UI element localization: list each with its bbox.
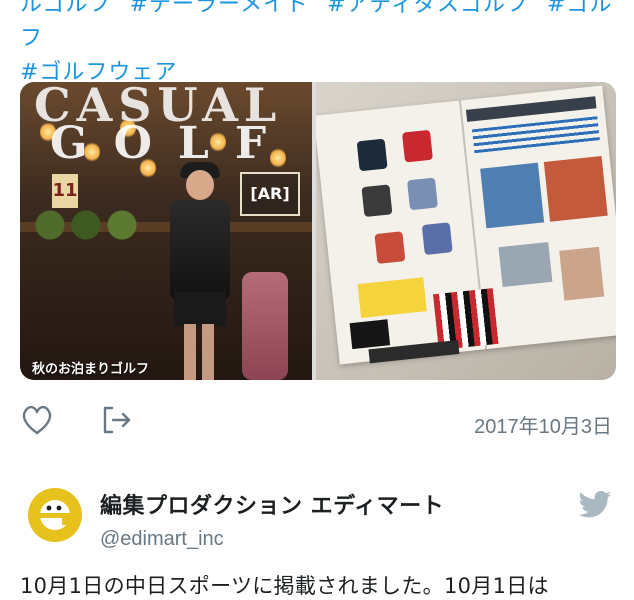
- tweet-date[interactable]: 2017年10月3日: [474, 410, 612, 439]
- hashtag-link[interactable]: #テーラーメイド: [130, 0, 310, 17]
- share-button[interactable]: [100, 404, 134, 436]
- author-handle[interactable]: @edimart_inc: [100, 528, 224, 551]
- spread-photo: [543, 155, 608, 222]
- product-swatch: [374, 231, 406, 264]
- like-button[interactable]: [20, 404, 54, 436]
- magazine-spread-photo[interactable]: [316, 82, 616, 380]
- tweet-media[interactable]: CASUAL GOLF 11 [AR] 秋のお泊まりゴルフ: [20, 82, 616, 380]
- hashtag-link[interactable]: ルゴルフ: [20, 0, 112, 17]
- tweet-text: 10月1日の中日スポーツに掲載されました。10月1日は: [20, 574, 549, 598]
- plants: [32, 210, 152, 240]
- cover-caption: 秋のお泊まりゴルフ: [32, 362, 150, 377]
- twitter-bird-icon-svg: [578, 491, 611, 518]
- ar-badge: [AR]: [240, 172, 300, 216]
- spread-photo: [559, 246, 605, 301]
- spread-headline: [472, 116, 600, 154]
- hashtag-line-1: ルゴルフ #テーラーメイド #アディダスゴルフ #ゴルフ: [20, 0, 620, 56]
- author-name[interactable]: 編集プロダクション エディマート: [100, 488, 444, 520]
- jacket: [170, 200, 230, 300]
- hashtag-block: ルゴルフ #テーラーメイド #アディダスゴルフ #ゴルフ #ゴルフウェア: [20, 0, 620, 90]
- issue-number: 11: [52, 174, 78, 208]
- product-swatch: [361, 184, 393, 218]
- hashtag-link[interactable]: #アディダスゴルフ: [327, 0, 529, 17]
- spread-black-card: [349, 319, 391, 350]
- golf-bag: [242, 272, 288, 380]
- magazine-spread: [316, 85, 616, 365]
- product-swatch: [356, 138, 388, 172]
- skirt: [174, 292, 226, 326]
- share-icon: [103, 406, 131, 434]
- head: [186, 170, 214, 200]
- magazine-cover-photo[interactable]: CASUAL GOLF 11 [AR] 秋のお泊まりゴルフ: [20, 82, 312, 380]
- product-swatch: [421, 222, 453, 255]
- spread-promo-box: [357, 277, 427, 318]
- spread-photo: [480, 162, 545, 229]
- cover-model: [160, 162, 240, 380]
- tweet-actions: 2017年10月3日: [20, 400, 616, 440]
- spread-photo: [498, 242, 553, 288]
- product-swatch: [401, 129, 433, 163]
- heart-icon: [22, 405, 52, 435]
- twitter-bird-icon[interactable]: [578, 490, 612, 520]
- legs: [184, 324, 214, 380]
- avatar[interactable]: [26, 486, 84, 544]
- edimart-logo: [28, 488, 82, 542]
- product-swatch: [406, 177, 438, 211]
